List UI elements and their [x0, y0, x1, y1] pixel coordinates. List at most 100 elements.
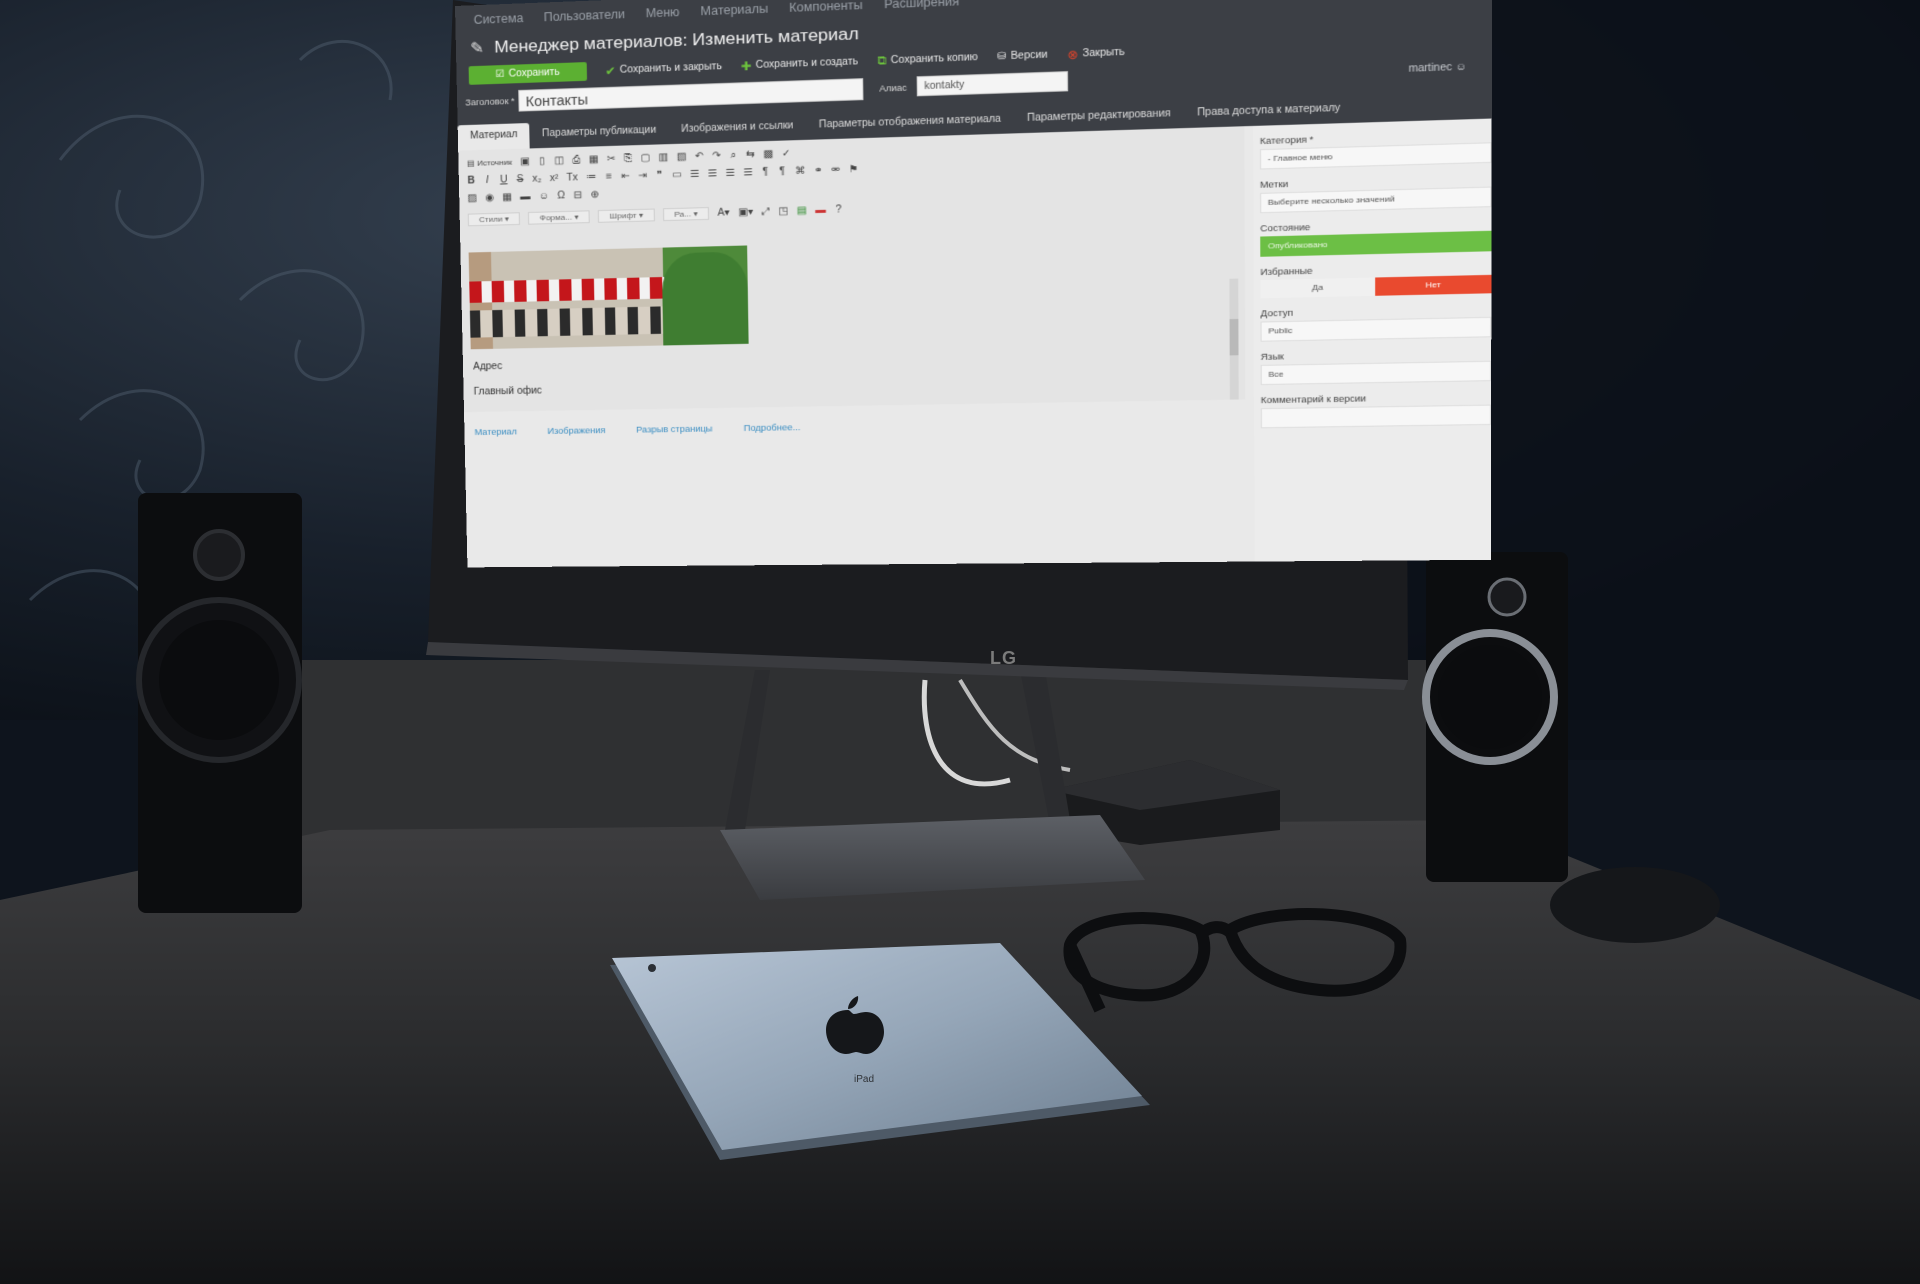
- text-color-icon[interactable]: A▾: [717, 207, 729, 218]
- category-select[interactable]: - Главное меню: [1260, 142, 1492, 169]
- undo-icon[interactable]: ↶: [695, 150, 704, 161]
- help-icon[interactable]: ?: [834, 204, 843, 215]
- spellcheck-icon[interactable]: ✓: [782, 148, 791, 159]
- omega-icon[interactable]: Ω: [557, 190, 565, 201]
- strike-icon[interactable]: S: [516, 174, 524, 185]
- new-page-icon[interactable]: ▯: [538, 155, 546, 166]
- templates-icon[interactable]: ▦: [589, 154, 599, 165]
- maximize-icon[interactable]: ⤢: [762, 206, 771, 217]
- indent-icon[interactable]: ⇥: [638, 170, 647, 181]
- close-button[interactable]: ⊗ Закрыть: [1067, 45, 1125, 61]
- underline-icon[interactable]: U: [500, 174, 508, 185]
- menu-components[interactable]: Компоненты: [789, 0, 863, 15]
- menu-users[interactable]: Пользователи: [544, 7, 625, 24]
- tags-input[interactable]: Выберите несколько значений: [1260, 187, 1492, 214]
- source-button[interactable]: ▤ Источник: [467, 157, 512, 167]
- bold-icon[interactable]: B: [467, 175, 475, 186]
- flash-icon[interactable]: ◉: [485, 192, 494, 203]
- bullet-list-icon[interactable]: ≡: [605, 171, 613, 182]
- flag-ru-icon[interactable]: ▬: [815, 204, 826, 215]
- align-left-icon[interactable]: ☰: [690, 168, 700, 179]
- flag-icon[interactable]: ⚑: [849, 164, 859, 175]
- subscript-icon[interactable]: x₂: [532, 173, 541, 184]
- scrollbar-thumb[interactable]: [1230, 319, 1239, 355]
- page-break-button[interactable]: Разрыв страницы: [636, 424, 712, 435]
- save-copy-button[interactable]: ⧉ Сохранить копию: [877, 50, 978, 69]
- replace-icon[interactable]: ⇆: [746, 149, 755, 160]
- cut-icon[interactable]: ✂: [607, 153, 616, 164]
- menu-system[interactable]: Система: [474, 11, 524, 27]
- content-image[interactable]: [469, 245, 749, 349]
- version-note-input[interactable]: [1261, 405, 1491, 429]
- find-icon[interactable]: ⌕: [729, 149, 738, 160]
- check-icon: ✔: [605, 63, 616, 77]
- redo-icon[interactable]: ↷: [712, 150, 721, 161]
- smiley-icon[interactable]: ☺: [538, 190, 549, 201]
- remove-format-icon[interactable]: Tx: [566, 172, 578, 183]
- align-center-icon[interactable]: ☰: [708, 168, 718, 179]
- paste-word-icon[interactable]: ▧: [677, 151, 687, 162]
- blockquote-icon[interactable]: ❞: [655, 169, 664, 180]
- content-paragraph[interactable]: Главный офис: [474, 386, 542, 398]
- wysiwyg-editor: ▤ Источник ▣ ▯ ◫ ⎙ ▦ ✂ ⎘ ▢ ▥ ▧ ↶ ↷ ⌕ ⇆ ▩ ✓ B I U Sx₂ x² Tx…: [458, 126, 1245, 412]
- show-blocks-icon[interactable]: ◳: [778, 205, 788, 216]
- copy-text-icon[interactable]: ⎘: [624, 153, 632, 164]
- close-icon: ⊗: [1067, 47, 1078, 62]
- language-icon[interactable]: ⌘: [795, 165, 806, 176]
- superscript-icon[interactable]: x²: [550, 173, 559, 184]
- versions-button[interactable]: ⛁ Версии: [997, 50, 1047, 63]
- tab-content[interactable]: Материал: [458, 123, 530, 151]
- alias-input[interactable]: kontakty: [917, 71, 1069, 96]
- align-right-icon[interactable]: ☰: [725, 167, 735, 178]
- insert-article-button[interactable]: Материал: [474, 427, 517, 437]
- table-icon[interactable]: ▦: [502, 192, 512, 203]
- save-button[interactable]: ☑ Сохранить: [469, 62, 587, 85]
- title-input[interactable]: Контакты: [518, 78, 863, 111]
- pagebreak-icon[interactable]: ⊟: [574, 189, 583, 200]
- paste-icon[interactable]: ▢: [640, 152, 650, 163]
- editor-scrollbar[interactable]: [1229, 279, 1238, 400]
- language-label: Язык: [1261, 348, 1485, 362]
- menu-menus[interactable]: Меню: [646, 5, 680, 20]
- user-menu[interactable]: martinec ☺: [1409, 62, 1467, 75]
- save-doc-icon[interactable]: ▣: [520, 156, 530, 167]
- image-icon[interactable]: ▨: [467, 193, 477, 204]
- save-new-button[interactable]: ✚ Сохранить и создать: [741, 55, 858, 73]
- font-dropdown[interactable]: Шрифт ▾: [598, 208, 655, 222]
- ltr-icon[interactable]: ¶: [761, 166, 770, 177]
- pencil-icon: ✎: [470, 38, 484, 58]
- page-header: ✎ Менеджер материалов: Изменить материал: [470, 24, 859, 58]
- read-more-button[interactable]: Подробнее...: [744, 422, 801, 433]
- paste-text-icon[interactable]: ▥: [658, 152, 668, 163]
- spreadsheet-icon[interactable]: ▤: [797, 205, 807, 216]
- link-icon[interactable]: ⚭: [814, 165, 823, 176]
- numbered-list-icon[interactable]: ≔: [586, 171, 597, 182]
- outdent-icon[interactable]: ⇤: [621, 170, 630, 181]
- print-icon[interactable]: ⎙: [572, 154, 580, 165]
- featured-no-button[interactable]: Нет: [1375, 275, 1491, 296]
- save-close-button[interactable]: ✔ Сохранить и закрыть: [605, 60, 722, 78]
- rtl-icon[interactable]: ¶: [778, 166, 787, 177]
- div-icon[interactable]: ▭: [672, 169, 682, 180]
- menu-content[interactable]: Материалы: [700, 2, 768, 19]
- featured-yes-button[interactable]: Да: [1260, 277, 1375, 298]
- styles-dropdown[interactable]: Стили ▾: [468, 212, 521, 226]
- copy-icon: ⧉: [877, 53, 886, 68]
- bg-color-icon[interactable]: ▣▾: [738, 206, 753, 217]
- justify-icon[interactable]: ☰: [743, 167, 753, 178]
- format-dropdown[interactable]: Форма... ▾: [528, 210, 590, 224]
- language-select[interactable]: Все: [1261, 361, 1492, 385]
- unlink-icon[interactable]: ⚮: [831, 164, 840, 175]
- size-dropdown[interactable]: Ра... ▾: [663, 207, 709, 221]
- insert-image-button[interactable]: Изображения: [547, 425, 605, 436]
- menu-extensions[interactable]: Расширения: [884, 0, 959, 11]
- italic-icon[interactable]: I: [483, 175, 491, 186]
- iframe-icon[interactable]: ⊕: [590, 189, 599, 200]
- content-paragraph[interactable]: Адрес: [473, 361, 502, 372]
- access-select[interactable]: Public: [1261, 317, 1492, 342]
- alias-label: Алиас: [879, 83, 907, 94]
- preview-icon[interactable]: ◫: [554, 155, 564, 166]
- select-all-icon[interactable]: ▩: [763, 148, 773, 159]
- status-select[interactable]: Опубликовано: [1260, 231, 1491, 257]
- hr-icon[interactable]: ▬: [520, 191, 530, 202]
